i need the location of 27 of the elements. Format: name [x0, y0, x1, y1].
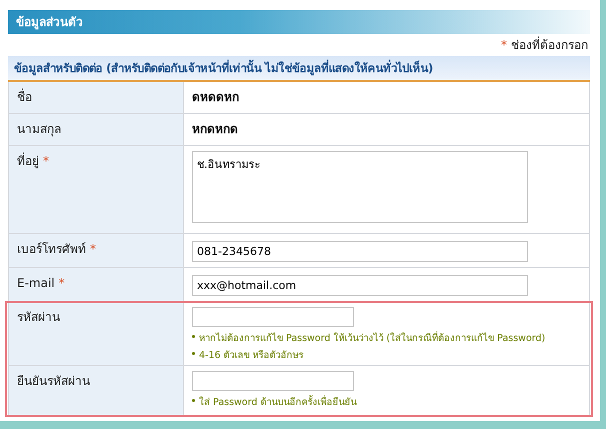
field-label: E-mail	[17, 276, 55, 290]
hint-text: หากไม่ต้องการแก้ไข Password ให้เว้นว่างไว้ (ใส่ในกรณีที่ต้องการแก้ไข Password)	[199, 332, 546, 346]
field-value: หกดหกด	[192, 121, 238, 137]
bullet-icon	[192, 399, 195, 402]
hint-text: 4-16 ตัวเลข หรือตัวอักษร	[199, 349, 304, 363]
field-label: ที่อยู่	[17, 154, 39, 168]
field-label: ชื่อ	[17, 90, 32, 104]
bullet-icon	[192, 335, 195, 338]
input-field[interactable]: 081-2345678	[192, 241, 528, 262]
required-mark: *	[43, 154, 49, 168]
password-field[interactable]	[192, 371, 354, 391]
hint-text: ใส่ Password ด้านบนอีกครั้งเพื่อยืนยัน	[199, 396, 356, 410]
required-mark: *	[501, 38, 507, 52]
section-header: ข้อมูลสำหรับติดต่อ (สำหรับติดต่อกับเจ้าหน้าที่เท่านั้น ไม่ใช่ข้อมูลที่แสดงให้คนทั่วไปเห็น)	[8, 56, 590, 82]
required-note: ช่องที่ต้องกรอก	[511, 38, 588, 52]
field-value: ดหดดหก	[192, 89, 239, 105]
field-label: ยืนยันรหัสผ่าน	[17, 374, 90, 388]
field-label: นามสกุล	[17, 122, 61, 136]
required-mark: *	[90, 242, 96, 256]
panel-header: ข้อมูลส่วนตัว	[8, 10, 590, 34]
input-field[interactable]: xxx@hotmail.com	[192, 275, 528, 296]
password-field[interactable]	[192, 307, 354, 327]
bullet-icon	[192, 352, 195, 356]
required-mark: *	[58, 276, 65, 290]
address-field[interactable]: ช.อินทรามระ	[192, 151, 528, 223]
field-label: เบอร์โทรศัพท์	[17, 242, 86, 256]
field-label: รหัสผ่าน	[17, 310, 60, 324]
